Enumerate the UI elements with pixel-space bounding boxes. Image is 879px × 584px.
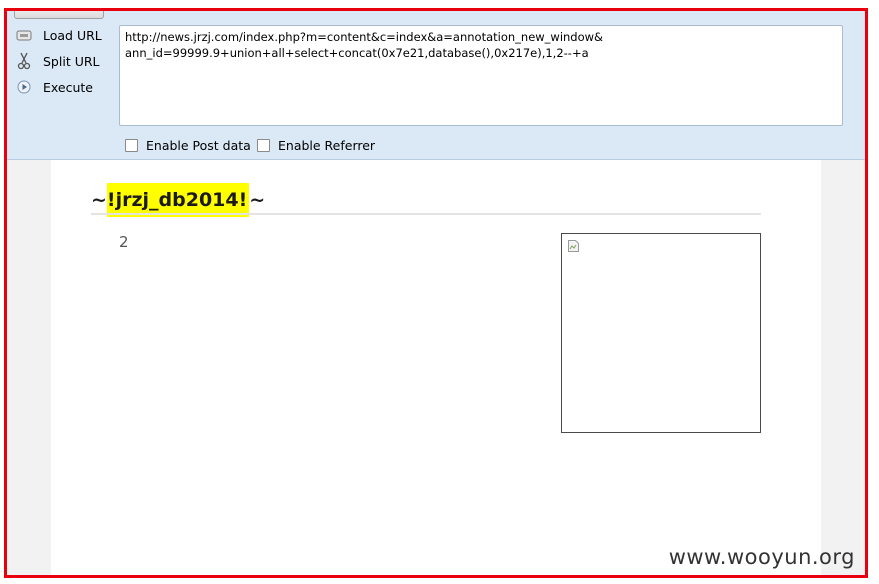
play-icon [15,78,33,96]
enable-referrer-label: Enable Referrer [278,138,376,153]
enable-post-data-label: Enable Post data [146,138,251,153]
broken-image-frame [561,233,761,433]
title-tilde-right: ~ [249,189,266,211]
broken-image-icon [568,240,579,252]
split-url-label: Split URL [43,53,100,69]
title-tilde-left: ~ [91,189,107,211]
load-url-label: Load URL [43,27,102,43]
hackbar-toolbar: Load URL Split URL Execute http://news.j… [7,11,865,160]
url-textarea[interactable]: http://news.jrzj.com/index.php?m=content… [119,25,843,126]
title-divider [91,213,761,215]
screenshot-frame: Load URL Split URL Execute http://news.j… [4,8,868,578]
enable-referrer-checkbox[interactable]: Enable Referrer [257,138,375,153]
enable-post-data-checkbox[interactable]: Enable Post data [125,138,251,153]
load-url-icon [15,26,33,44]
toolbar-top-button[interactable] [14,11,104,19]
highlighted-database-name: !jrzj_db2014! [106,183,250,217]
post-data-checkbox-box[interactable] [125,139,138,152]
url-text-line-1: http://news.jrzj.com/index.php?m=content… [125,30,604,44]
scissors-icon [15,52,33,70]
wooyun-watermark: www.wooyun.org [668,545,855,569]
load-url-button[interactable]: Load URL [15,24,110,46]
split-url-button[interactable]: Split URL [15,50,110,72]
url-text-line-2: ann_id=99999.9+union+all+select+concat(0… [125,46,589,60]
page-content: ~ !jrzj_db2014! ~ 2 [51,160,821,575]
result-number: 2 [119,233,129,251]
scrollbar-track[interactable] [855,160,865,575]
referrer-checkbox-box[interactable] [257,139,270,152]
execute-label: Execute [43,79,93,95]
execute-button[interactable]: Execute [15,76,110,98]
